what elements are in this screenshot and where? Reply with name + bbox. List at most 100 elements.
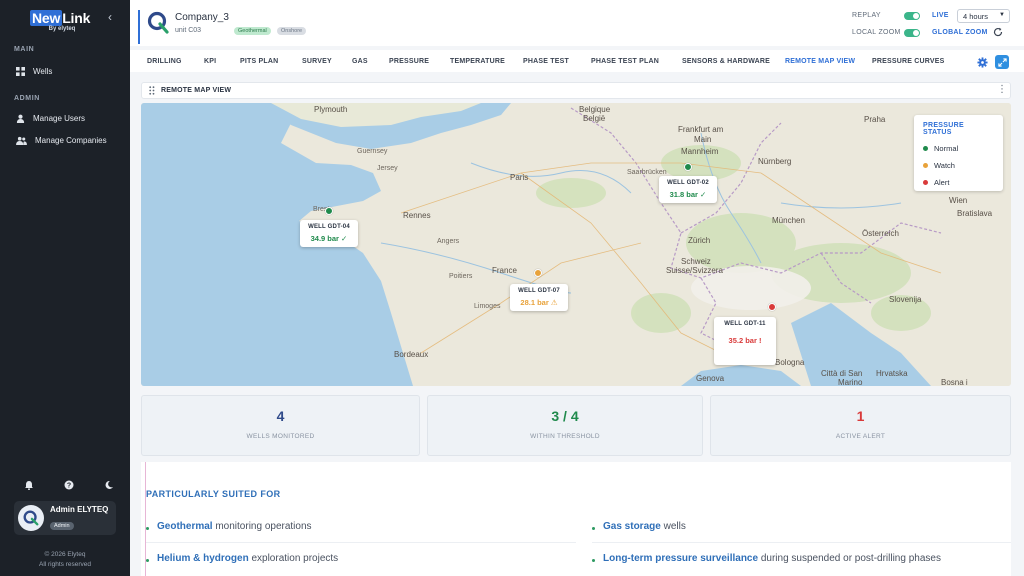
suited-item-gas-storage: Gas storage wells (603, 521, 686, 532)
tag-onshore: Onshore (277, 27, 307, 35)
bell-icon[interactable] (24, 480, 34, 490)
local-zoom-label: LOCAL ZOOM (852, 29, 901, 36)
sidebar-item-manage-users[interactable]: Manage Users (16, 110, 85, 126)
tab-pits-plan[interactable]: PITS PLAN (240, 58, 278, 65)
replay-live-toggle[interactable] (904, 12, 920, 20)
company-name: Company_3 (175, 12, 229, 23)
more-vertical-icon[interactable]: ⋮ (997, 85, 1007, 95)
row-divider (592, 542, 1011, 543)
panel-header (141, 82, 1011, 99)
gear-icon[interactable] (977, 57, 988, 68)
stat-value: 1 (856, 408, 865, 424)
stat-label: WELLS MONITORED (246, 433, 315, 440)
status-dot-icon (923, 146, 928, 151)
sidebar-section-admin: ADMIN (14, 95, 40, 102)
stat-card-wells-monitored: 4 WELLS MONITORED (141, 395, 420, 456)
well-name: WELL GDT-11 (724, 321, 766, 327)
legend-label: Alert (934, 178, 950, 187)
company-logo-icon (23, 510, 39, 526)
well-marker-gdt-04[interactable] (325, 207, 333, 215)
map-basemap (141, 103, 1011, 386)
tab-temperature[interactable]: TEMPERATURE (450, 58, 505, 65)
drag-handle-icon[interactable] (149, 86, 155, 95)
app-logo[interactable]: New Link By elyteq (30, 10, 94, 32)
zoom-toggle[interactable] (904, 29, 920, 37)
suited-highlight: Long-term pressure surveillance (603, 553, 759, 564)
tab-drilling[interactable]: DRILLING (147, 58, 182, 65)
suited-title: PARTICULARLY SUITED FOR (146, 489, 281, 499)
tab-sensors-hardware[interactable]: SENSORS & HARDWARE (682, 58, 770, 65)
refresh-icon[interactable] (993, 27, 1003, 37)
well-card-gdt-04[interactable]: WELL GDT-04 34.9 bar ✓ (300, 220, 358, 247)
sidebar: New Link By elyteq ‹ MAIN Wells ADMIN Man… (0, 0, 130, 576)
remote-map[interactable]: Plymouth Belgique België Frankfurt am Ma… (141, 103, 1011, 386)
copyright-rights: All rights reserved (38, 561, 92, 568)
well-marker-gdt-07[interactable] (534, 269, 542, 277)
time-range-value: 4 hours (963, 11, 989, 21)
user-name: Admin ELYTEQ (50, 504, 109, 514)
user-profile-card[interactable]: Admin ELYTEQ Admin (14, 501, 116, 535)
stat-card-active-alert: 1 ACTIVE ALERT (710, 395, 1011, 456)
bullet-icon (592, 527, 595, 530)
collapse-sidebar-button[interactable]: ‹ (108, 10, 112, 24)
tab-gas[interactable]: GAS (352, 58, 368, 65)
suited-highlight: Helium & hydrogen (157, 553, 249, 564)
stat-label: ACTIVE ALERT (835, 433, 886, 440)
help-icon[interactable]: ? (64, 480, 74, 490)
sidebar-item-label: Manage Users (33, 113, 86, 123)
row-divider (146, 542, 576, 543)
well-pressure-value: 31.8 bar ✓ (669, 190, 707, 199)
sidebar-item-label: Manage Companies (35, 135, 107, 145)
suited-text: wells (660, 521, 686, 532)
well-card-gdt-11[interactable]: WELL GDT-11 35.2 bar ! (714, 317, 776, 365)
suited-text: monitoring operations (212, 521, 312, 532)
pressure-status-legend: PRESSURE STATUS Normal Watch Alert (914, 115, 1003, 191)
tab-remote-map-view[interactable]: REMOTE MAP VIEW (785, 58, 855, 65)
legend-label: Normal (934, 144, 959, 153)
stat-value: 4 (276, 408, 285, 424)
well-pressure-value: 28.1 bar ⚠ (520, 298, 558, 307)
sidebar-item-wells[interactable]: Wells (16, 63, 52, 79)
status-dot-icon (923, 163, 928, 168)
moon-icon[interactable] (104, 480, 114, 490)
sidebar-item-manage-companies[interactable]: Manage Companies (16, 132, 107, 148)
legend-item-normal: Normal (923, 144, 994, 153)
suited-item-geothermal: Geothermal monitoring operations (157, 521, 312, 532)
tab-survey[interactable]: SURVEY (302, 58, 332, 65)
global-zoom-label: GLOBAL ZOOM (932, 29, 988, 36)
live-label: LIVE (932, 12, 949, 19)
legend-item-watch: Watch (923, 161, 994, 170)
tab-pressure[interactable]: PRESSURE (389, 58, 429, 65)
tab-pressure-curves[interactable]: PRESSURE CURVES (872, 58, 945, 65)
avatar (18, 505, 44, 531)
tab-phase-test-plan[interactable]: PHASE TEST PLAN (591, 58, 659, 65)
copyright: © 2026 Elyteq All rights reserved (0, 550, 130, 570)
well-marker-gdt-02[interactable] (684, 163, 692, 171)
replay-label: REPLAY (852, 12, 881, 19)
suited-text: during suspended or post-drilling phases (758, 553, 941, 564)
tab-phase-test[interactable]: PHASE TEST (523, 58, 569, 65)
tag-geothermal: Geothermal (234, 27, 271, 35)
well-pressure-value: 35.2 bar ! (728, 336, 762, 345)
bullet-icon (146, 559, 149, 562)
status-dot-icon (923, 180, 928, 185)
suited-item-long-term-surveillance: Long-term pressure surveillance during s… (603, 553, 941, 564)
well-name: WELL GDT-04 (308, 224, 350, 230)
expand-button[interactable] (995, 55, 1009, 69)
header-accent (138, 10, 140, 44)
tab-kpi[interactable]: KPI (204, 58, 216, 65)
legend-label: Watch (934, 161, 955, 170)
well-card-gdt-02[interactable]: WELL GDT-02 31.8 bar ✓ (659, 176, 717, 203)
well-card-gdt-07[interactable]: WELL GDT-07 28.1 bar ⚠ (510, 284, 568, 311)
bullet-icon (592, 559, 595, 562)
suited-highlight: Geothermal (157, 521, 213, 532)
expand-icon (997, 57, 1007, 67)
sidebar-utility-icons: ? (24, 480, 114, 490)
sidebar-item-label: Wells (33, 66, 53, 76)
well-pressure-value: 34.9 bar ✓ (310, 234, 348, 243)
grid-icon (16, 66, 25, 76)
bullet-icon (146, 527, 149, 530)
time-range-select[interactable]: 4 hours ▼ (957, 9, 1010, 23)
well-marker-gdt-11[interactable] (768, 303, 776, 311)
copyright-year: © 2026 Elyteq (44, 551, 86, 558)
